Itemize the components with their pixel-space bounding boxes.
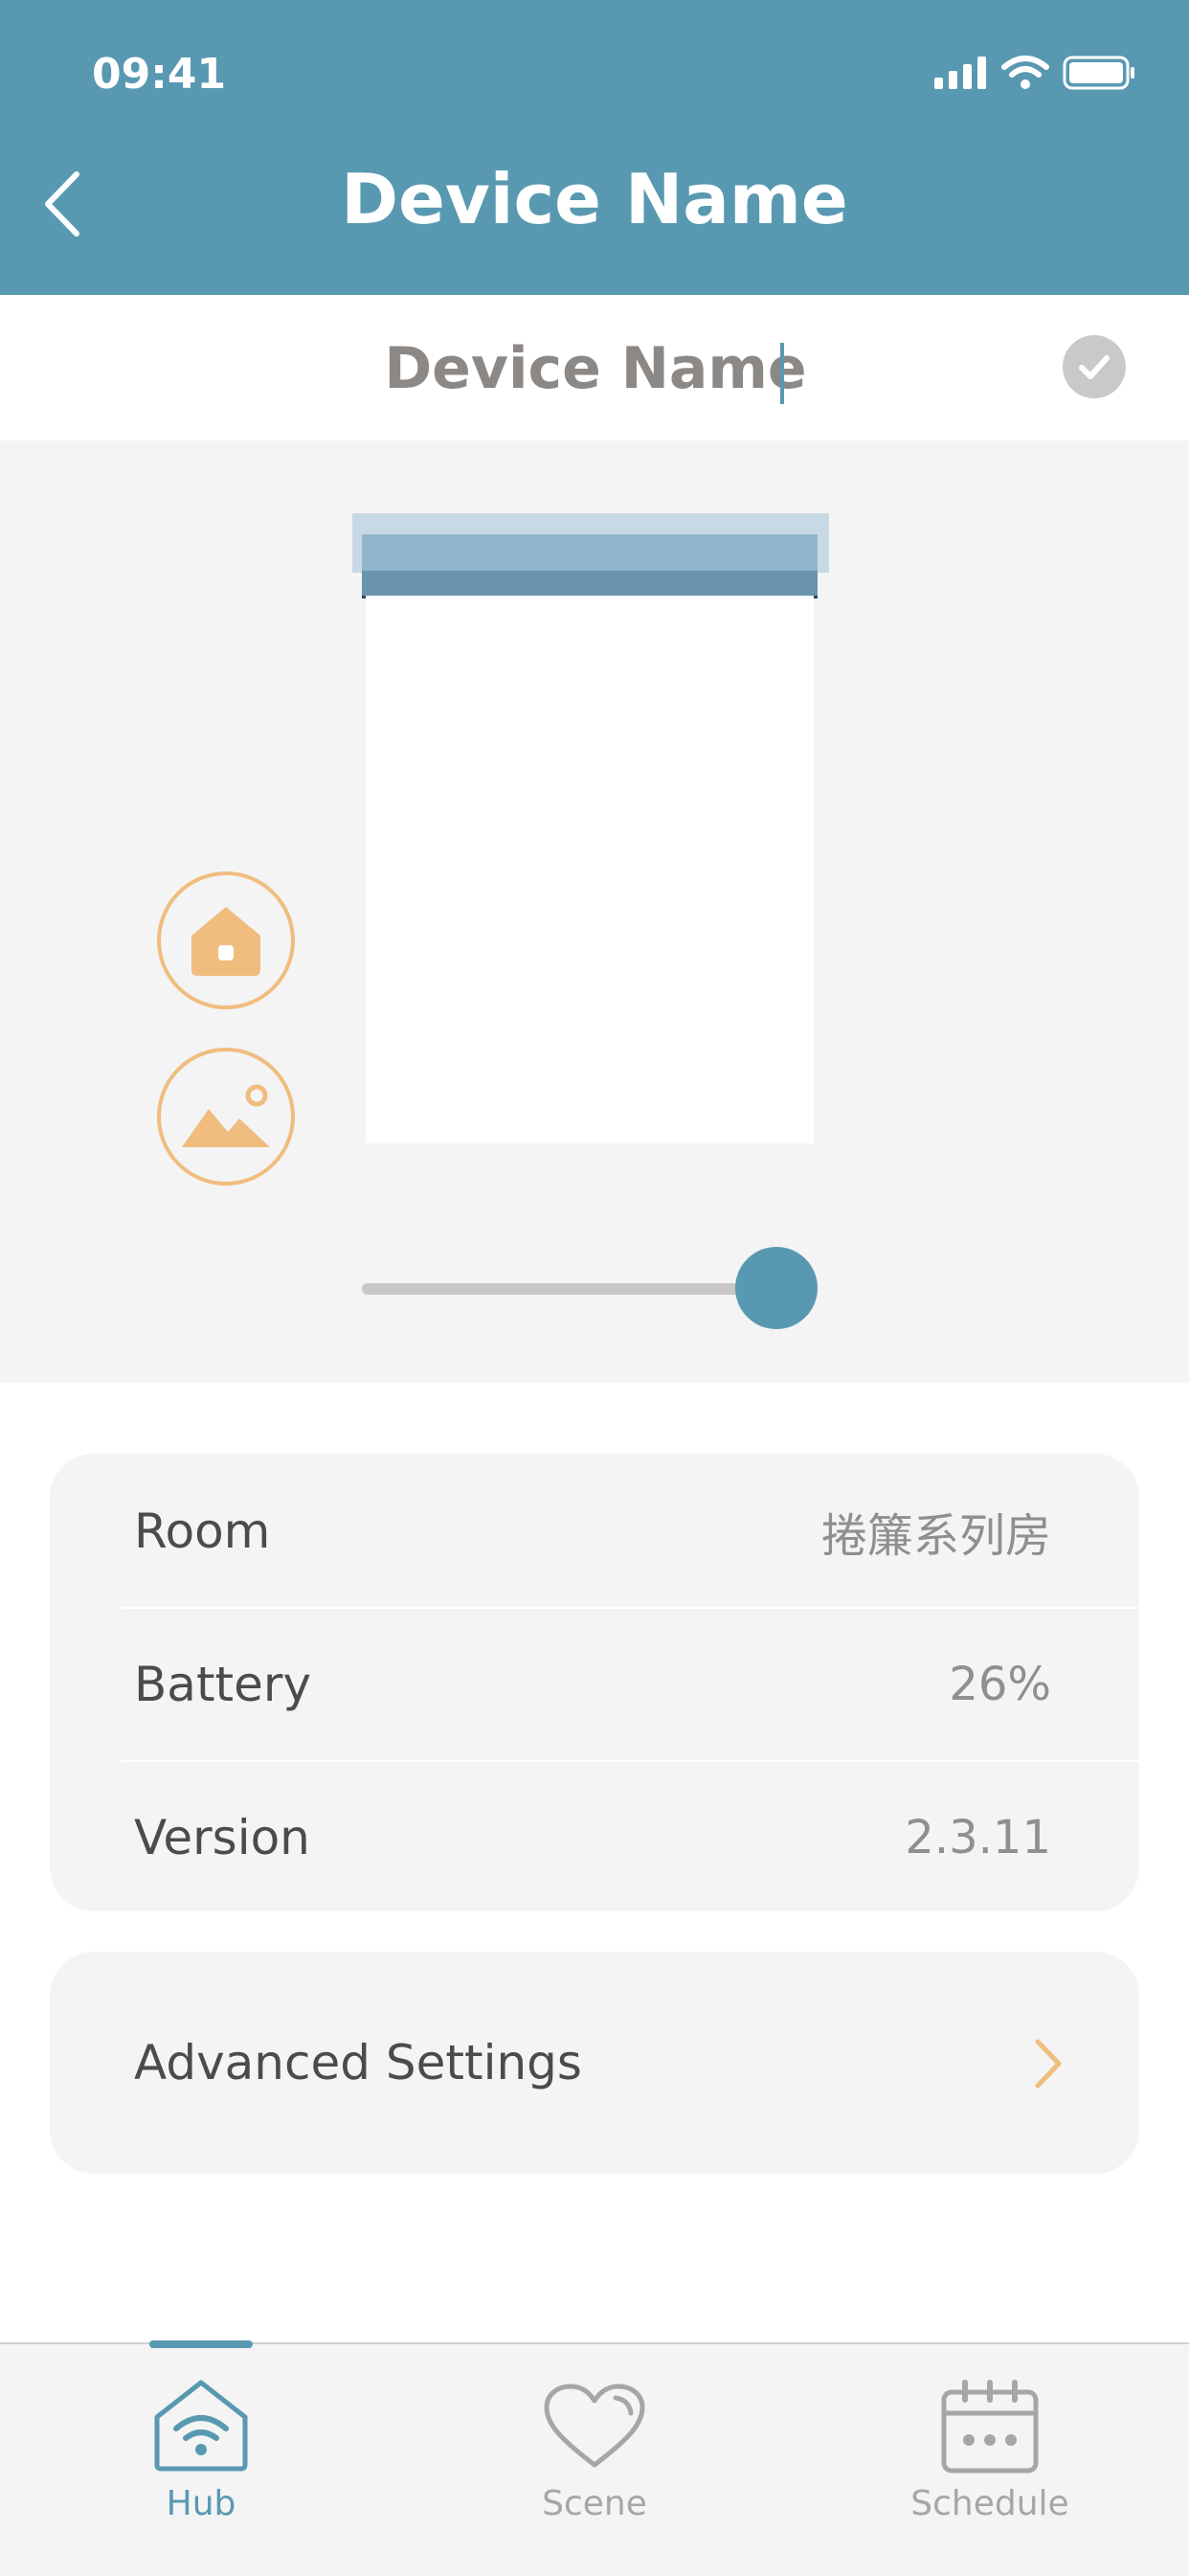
calendar-icon (941, 2380, 1039, 2474)
status-time: 09:41 (92, 50, 227, 99)
battery-label: Battery (134, 1657, 312, 1712)
version-value: 2.3.11 (905, 1811, 1051, 1864)
tab-bar: Hub Scene Schedule (0, 2340, 1189, 2576)
device-name-input[interactable] (249, 331, 942, 406)
heart-icon (544, 2384, 645, 2468)
curtain-preview-panel (0, 441, 1189, 1383)
home-icon (191, 907, 260, 976)
curtain-position-track[interactable] (362, 1283, 783, 1295)
wifi-icon (1001, 56, 1049, 89)
tab-schedule[interactable]: Schedule (894, 2344, 1086, 2576)
room-label: Room (134, 1503, 271, 1559)
hub-wifi-icon (154, 2380, 248, 2472)
curtain-bottom-bar (362, 571, 818, 599)
window-pane (366, 596, 814, 1143)
app-header: 09:41 Device Name (0, 0, 1189, 295)
battery-value: 26% (949, 1658, 1051, 1711)
version-label: Version (134, 1810, 310, 1865)
tab-scene[interactable]: Scene (499, 2344, 690, 2576)
confirm-button[interactable] (1063, 335, 1126, 398)
check-icon (1079, 355, 1110, 379)
advanced-settings-row[interactable]: Advanced Settings (50, 1952, 1139, 2174)
room-row[interactable]: Room 捲簾系列房 (50, 1456, 1139, 1607)
scenery-preset-button[interactable] (157, 1048, 295, 1186)
landscape-icon (182, 1084, 270, 1147)
status-icons (934, 56, 1135, 90)
device-info-card: Room 捲簾系列房 Battery 26% Version 2.3.11 (50, 1454, 1139, 1911)
chevron-right-icon (1035, 2039, 1062, 2089)
text-caret (780, 343, 784, 404)
page-title: Device Name (341, 159, 848, 239)
curtain-position-knob[interactable] (735, 1247, 818, 1329)
tab-scene-label: Scene (542, 2484, 647, 2523)
battery-icon (1063, 56, 1134, 90)
home-preset-button[interactable] (157, 871, 295, 1009)
tab-schedule-label: Schedule (910, 2484, 1069, 2523)
tab-hub[interactable]: Hub (105, 2344, 297, 2576)
tab-hub-label: Hub (166, 2484, 236, 2523)
device-name-row (0, 295, 1189, 441)
advanced-settings-label: Advanced Settings (134, 2035, 582, 2090)
room-value: 捲簾系列房 (820, 1509, 1051, 1563)
version-row: Version 2.3.11 (50, 1762, 1139, 1913)
signal-icon (934, 56, 986, 89)
curtain-roll (362, 534, 818, 575)
battery-row: Battery 26% (50, 1609, 1139, 1760)
